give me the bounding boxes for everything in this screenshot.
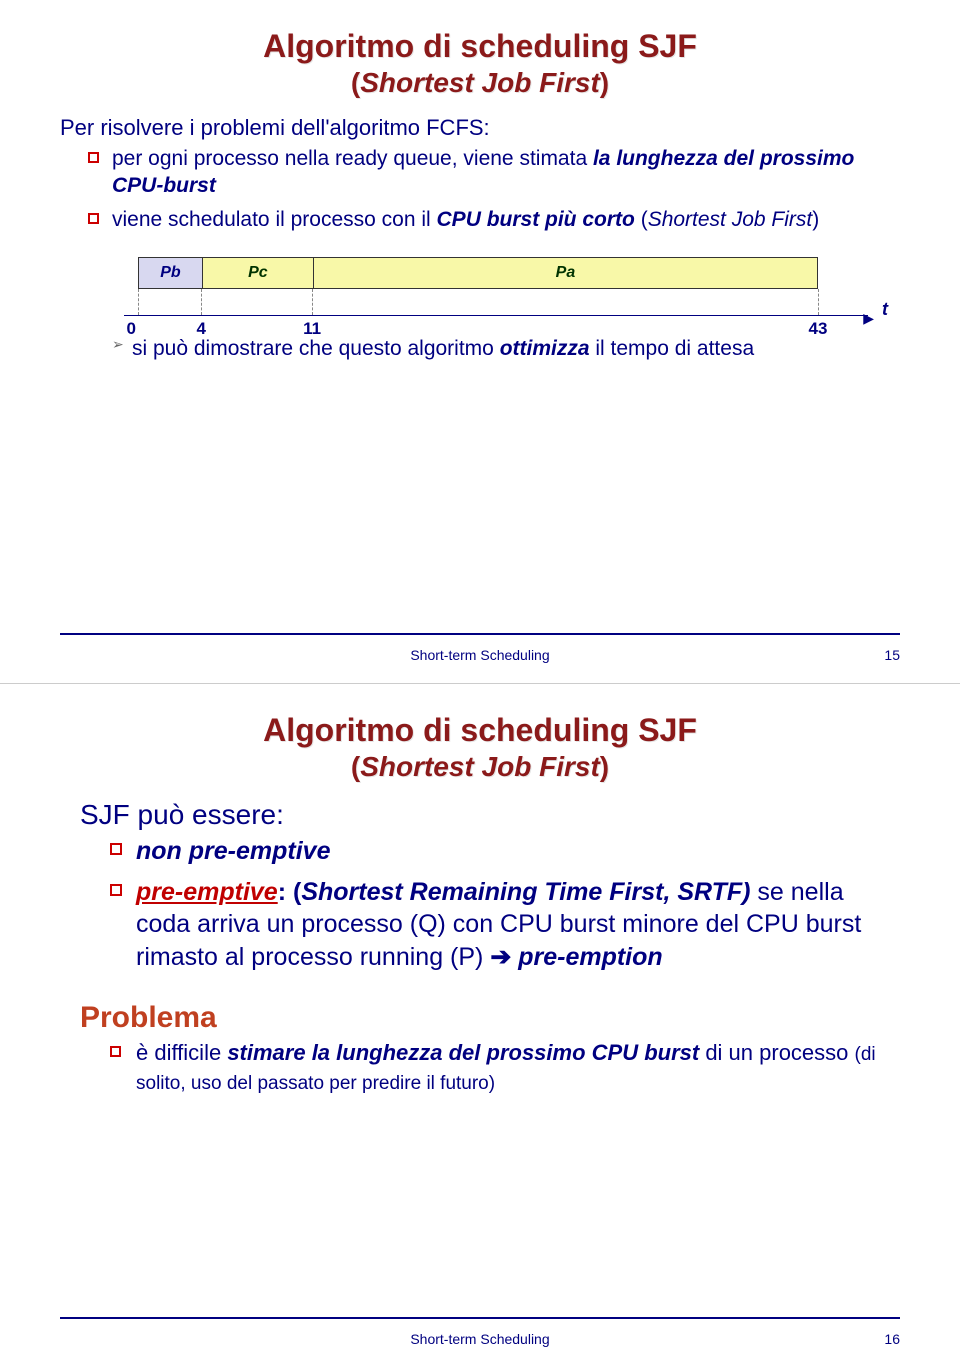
problema-heading: Problema [80, 1001, 900, 1035]
bullet-item: pre-emptive: (Shortest Remaining Time Fi… [110, 876, 900, 974]
slide-title: Algoritmo di scheduling SJF [60, 712, 900, 749]
bullet-item: è difficile stimare la lunghezza del pro… [110, 1039, 900, 1096]
page-number: 15 [884, 647, 900, 663]
footer-rule [60, 633, 900, 635]
bullet-item: non pre-emptive [110, 835, 900, 868]
intro-text: Per risolvere i problemi dell'algoritmo … [60, 115, 900, 141]
slide-title: Algoritmo di scheduling SJF [60, 28, 900, 65]
tick-line [312, 289, 313, 315]
axis: ▶ t 0 4 11 43 [138, 289, 818, 325]
slide-subtitle: (Shortest Job First) [60, 67, 900, 99]
page-number: 16 [884, 1331, 900, 1347]
segment-pa: Pa [314, 258, 817, 288]
axis-line [124, 315, 868, 316]
segment-pb: Pb [139, 258, 203, 288]
sub-bullet-item: si può dimostrare che questo algoritmo o… [112, 335, 900, 362]
segment-pc: Pc [203, 258, 314, 288]
tick-line [201, 289, 202, 315]
tick-line [818, 289, 819, 315]
bullet-list: per ogni processo nella ready queue, vie… [60, 145, 900, 233]
bullet-item: viene schedulato il processo con il CPU … [88, 206, 900, 233]
body-text: SJF può essere: [80, 799, 900, 831]
slide-15: Algoritmo di scheduling SJF (Shortest Jo… [0, 0, 960, 683]
bullet-list: non pre-emptive pre-emptive: (Shortest R… [60, 835, 900, 973]
document: Algoritmo di scheduling SJF (Shortest Jo… [0, 0, 960, 1367]
chart-bar: Pb Pc Pa [138, 257, 818, 289]
footer-text: Short-term Scheduling [0, 1331, 960, 1347]
sub-bullet-list: si può dimostrare che questo algoritmo o… [60, 335, 900, 362]
bullet-list: è difficile stimare la lunghezza del pro… [60, 1039, 900, 1096]
footer-text: Short-term Scheduling [0, 647, 960, 663]
footer-rule [60, 1317, 900, 1319]
tick-line [138, 289, 139, 315]
arrow-right-icon: ▶ [863, 310, 874, 327]
gantt-chart: Pb Pc Pa ▶ t 0 4 11 43 [138, 257, 818, 325]
bullet-item: per ogni processo nella ready queue, vie… [88, 145, 900, 200]
axis-label-t: t [882, 299, 888, 320]
slide-subtitle: (Shortest Job First) [60, 751, 900, 783]
slide-16: Algoritmo di scheduling SJF (Shortest Jo… [0, 684, 960, 1367]
